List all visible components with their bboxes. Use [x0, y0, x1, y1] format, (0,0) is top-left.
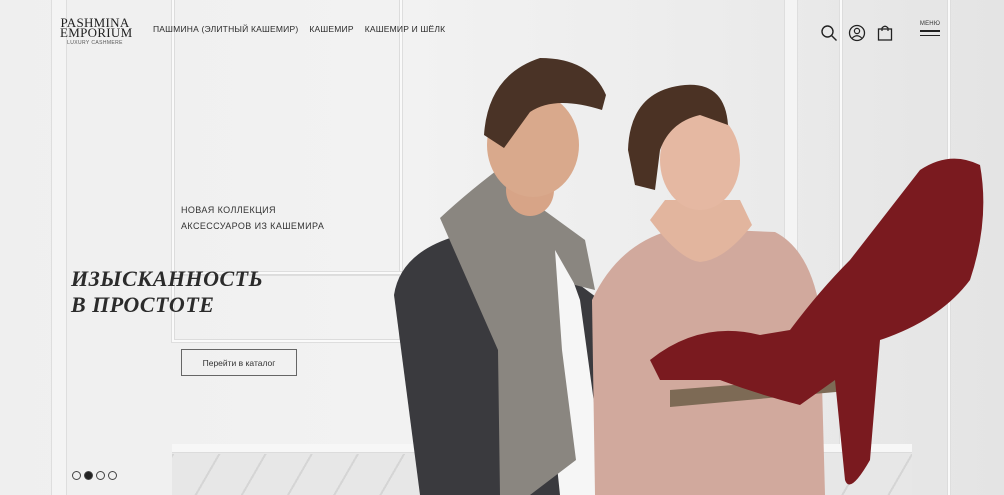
slider-dot-4[interactable]	[108, 471, 117, 480]
hamburger-icon	[919, 30, 941, 36]
main-nav: ПАШМИНА (ЭЛИТНЫЙ КАШЕМИР) КАШЕМИР КАШЕМИ…	[153, 24, 445, 34]
menu-button[interactable]: МЕНЮ	[919, 21, 941, 36]
search-icon[interactable]	[820, 24, 838, 42]
hero-kicker-line1: НОВАЯ КОЛЛЕКЦИЯ	[181, 205, 276, 215]
cart-icon[interactable]	[876, 24, 894, 42]
hero-photo-models	[394, 58, 984, 495]
logo-line2: EMPORIUM	[60, 25, 133, 40]
hero-headline-line2: В ПРОСТОТЕ	[71, 292, 215, 317]
slider-dots	[72, 471, 117, 480]
slider-dot-3[interactable]	[96, 471, 105, 480]
hero-banner	[0, 0, 1004, 495]
site-header: PASHMINA EMPORIUM LUXURY CASHMERE ПАШМИН…	[0, 0, 1004, 60]
catalog-button[interactable]: Перейти в каталог	[181, 349, 297, 376]
nav-item-cashmere[interactable]: КАШЕМИР	[309, 24, 353, 34]
menu-label: МЕНЮ	[919, 21, 941, 27]
wall-pilaster	[52, 0, 66, 495]
hero-kicker-line2: АКСЕССУАРОВ ИЗ КАШЕМИРА	[181, 221, 325, 231]
brand-logo[interactable]: PASHMINA EMPORIUM LUXURY CASHMERE	[60, 16, 133, 46]
hero-headline: ИЗЫСКАННОСТЬ В ПРОСТОТЕ	[71, 266, 263, 318]
slider-dot-2[interactable]	[84, 471, 93, 480]
hero-kicker: НОВАЯ КОЛЛЕКЦИЯ АКСЕССУАРОВ ИЗ КАШЕМИРА	[181, 202, 324, 234]
account-icon[interactable]	[848, 24, 866, 42]
header-icons	[820, 24, 894, 42]
nav-item-cashmere-silk[interactable]: КАШЕМИР И ШЁЛК	[365, 24, 446, 34]
hero-headline-line1: ИЗЫСКАННОСТЬ	[71, 266, 264, 291]
slider-dot-1[interactable]	[72, 471, 81, 480]
logo-tagline: LUXURY CASHMERE	[67, 40, 123, 46]
nav-item-pashmina[interactable]: ПАШМИНА (ЭЛИТНЫЙ КАШЕМИР)	[153, 24, 298, 34]
